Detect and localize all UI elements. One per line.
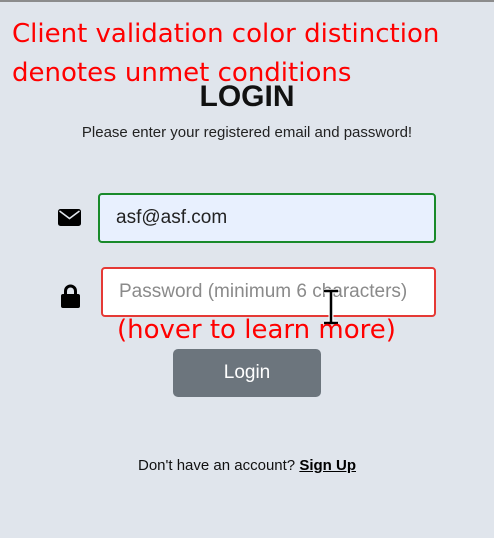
hover-annotation: (hover to learn more) [117, 315, 396, 345]
envelope-icon [58, 209, 81, 226]
login-button[interactable]: Login [173, 349, 321, 397]
password-field[interactable] [101, 267, 436, 317]
top-border [0, 0, 494, 2]
lock-icon [61, 284, 80, 308]
email-field[interactable] [98, 193, 436, 243]
page-subtitle: Please enter your registered email and p… [81, 124, 413, 141]
signup-prompt-text: Don't have an account? [138, 457, 296, 474]
signup-prompt: Don't have an account? Sign Up [0, 457, 494, 474]
annotation-line-1: Client validation color distinction [12, 19, 440, 49]
signup-link[interactable]: Sign Up [299, 457, 356, 474]
page-title: LOGIN [199, 80, 295, 113]
